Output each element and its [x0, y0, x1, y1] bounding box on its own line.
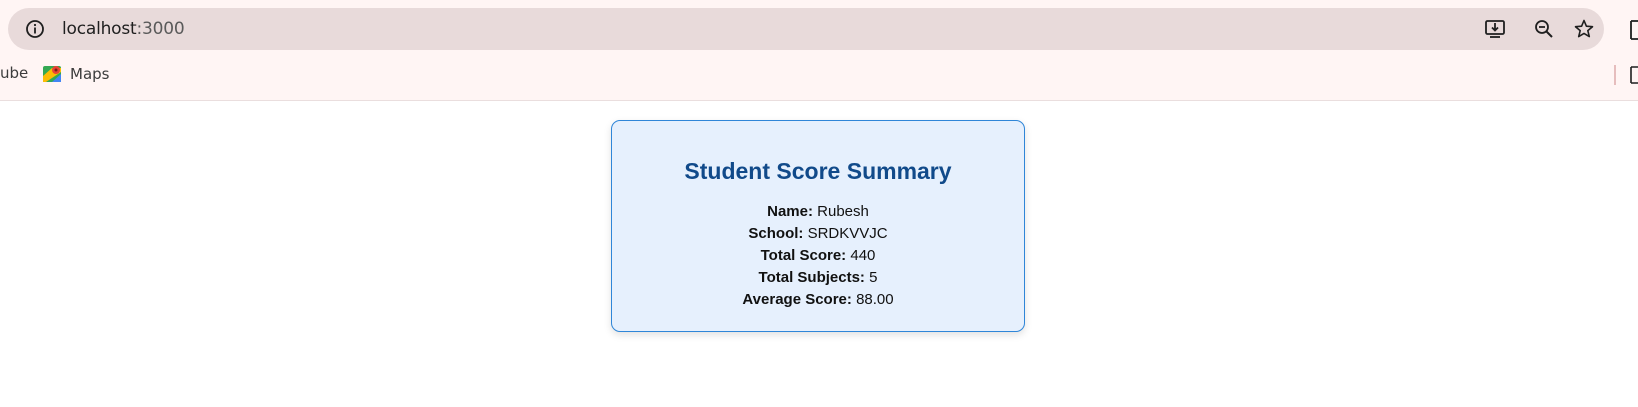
info-icon[interactable] [25, 19, 45, 39]
bookmark-partial[interactable]: ube [0, 64, 28, 82]
total-subjects-row: Total Subjects: 5 [612, 267, 1024, 289]
url-port: :3000 [136, 19, 185, 39]
all-bookmarks-icon[interactable] [1629, 65, 1638, 85]
url-text[interactable]: localhost:3000 [62, 19, 185, 39]
field-label: Average Score: [742, 291, 852, 308]
zoom-out-icon[interactable] [1533, 18, 1555, 40]
maps-icon [43, 66, 61, 82]
bookmarks-bar: ube Maps [0, 58, 1638, 92]
star-icon[interactable] [1573, 18, 1595, 40]
card-title: Student Score Summary [684, 158, 952, 184]
bookmark-maps[interactable]: Maps [42, 62, 109, 86]
browser-chrome: localhost:3000 ube Maps [0, 0, 1638, 101]
field-value: 5 [869, 269, 878, 286]
address-bar[interactable]: localhost:3000 [8, 8, 1604, 50]
field-value: 88.00 [856, 291, 894, 308]
score-summary-card: Student Score Summary Name: Rubesh Schoo… [611, 120, 1025, 332]
field-value: SRDKVVJC [807, 225, 888, 242]
summary-fields: Name: Rubesh School: SRDKVVJC Total Scor… [612, 201, 1024, 311]
extensions-icon[interactable] [1628, 17, 1638, 43]
bookmarks-divider [1614, 65, 1616, 85]
total-score-row: Total Score: 440 [612, 245, 1024, 267]
field-label: Total Subjects: [758, 269, 865, 286]
average-score-row: Average Score: 88.00 [612, 289, 1024, 311]
school-row: School: SRDKVVJC [612, 223, 1024, 245]
field-label: School: [748, 225, 804, 242]
url-host: localhost [62, 19, 137, 39]
name-row: Name: Rubesh [612, 201, 1024, 223]
field-label: Total Score: [760, 247, 847, 264]
field-value: 440 [850, 247, 876, 264]
field-value: Rubesh [817, 203, 869, 220]
bookmark-maps-label: Maps [70, 65, 110, 83]
install-app-icon[interactable] [1484, 18, 1506, 40]
field-label: Name: [767, 203, 813, 220]
